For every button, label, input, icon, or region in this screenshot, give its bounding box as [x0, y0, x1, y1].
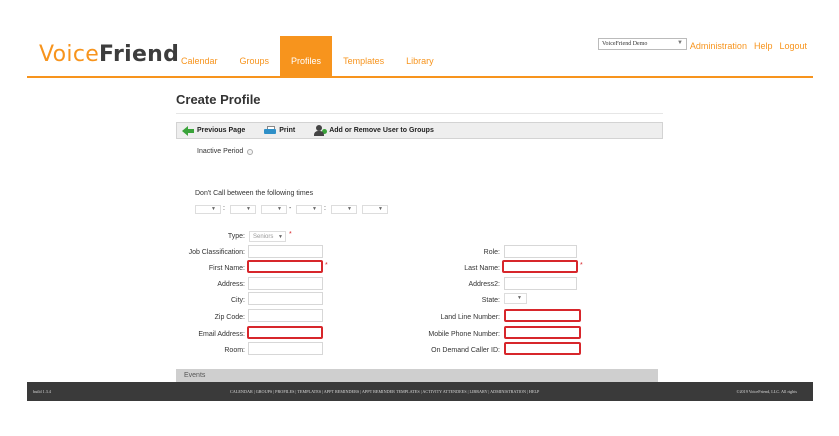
- zip-code-label: Zip Code:: [214, 314, 245, 321]
- city-label: City:: [231, 297, 245, 304]
- add-remove-groups-label: Add or Remove User to Groups: [329, 127, 434, 134]
- state-select[interactable]: ▼: [504, 293, 527, 304]
- chevron-down-icon: ▼: [347, 206, 352, 212]
- tab-groups[interactable]: Groups: [229, 36, 281, 78]
- top-links: Administration Help Logout: [690, 41, 807, 51]
- on-demand-caller-id-input[interactable]: [504, 342, 581, 355]
- time-colon: :: [324, 205, 326, 212]
- user-add-icon: [314, 125, 328, 136]
- main-nav: Calendar Groups Profiles Templates Libra…: [170, 36, 445, 78]
- type-label: Type:: [227, 233, 245, 240]
- copyright: ©2019 VoiceFriend, LLC. All rights: [736, 389, 797, 394]
- job-classification-input[interactable]: [248, 245, 323, 258]
- land-line-label: Land Line Number:: [440, 314, 500, 321]
- footer-links[interactable]: CALENDAR | GROUPS | PROFILES | TEMPLATES…: [230, 389, 539, 394]
- administration-link[interactable]: Administration: [690, 41, 747, 51]
- role-label: Role:: [483, 249, 500, 256]
- first-name-input[interactable]: [247, 260, 323, 273]
- tab-profiles[interactable]: Profiles: [280, 36, 333, 78]
- last-name-label: Last Name:: [464, 265, 500, 272]
- address-input[interactable]: [248, 277, 323, 290]
- tab-calendar[interactable]: Calendar: [170, 36, 229, 78]
- room-input[interactable]: [248, 342, 323, 355]
- logo-text-voice: Voice: [39, 42, 100, 67]
- tab-library[interactable]: Library: [395, 36, 445, 78]
- events-section-header[interactable]: Events: [176, 369, 658, 382]
- chevron-down-icon: ▼: [246, 206, 251, 212]
- previous-page-button[interactable]: Previous Page: [182, 125, 246, 136]
- page-title: Create Profile: [176, 92, 261, 107]
- start-ampm-select[interactable]: ▼: [261, 205, 287, 214]
- chevron-down-icon: ▼: [312, 206, 317, 212]
- inactive-period-label: Inactive Period: [197, 148, 244, 155]
- address2-input[interactable]: [504, 277, 577, 290]
- required-star: *: [289, 231, 292, 238]
- first-name-label: First Name:: [208, 265, 245, 272]
- tab-templates[interactable]: Templates: [332, 36, 395, 78]
- end-minute-select[interactable]: ▼: [331, 205, 357, 214]
- state-label: State:: [481, 297, 500, 304]
- chevron-down-icon: ▼: [211, 206, 216, 212]
- type-select[interactable]: Seniors ▼: [249, 231, 286, 242]
- logout-link[interactable]: Logout: [779, 41, 807, 51]
- time-colon: :: [223, 205, 225, 212]
- chevron-down-icon: ▼: [278, 234, 283, 240]
- chevron-down-icon: ▼: [378, 206, 383, 212]
- mobile-phone-label: Mobile Phone Number:: [428, 331, 500, 338]
- room-label: Room:: [224, 347, 245, 354]
- toolbar: Previous Page Print Add or Remove User t…: [176, 122, 663, 139]
- mobile-phone-input[interactable]: [504, 326, 581, 339]
- app-header: VoiceFriend Calendar Groups Profiles Tem…: [27, 36, 813, 78]
- account-select[interactable]: VoiceFriend Demo ▼: [598, 38, 687, 50]
- last-name-input[interactable]: [502, 260, 578, 273]
- city-input[interactable]: [248, 292, 323, 305]
- logo-text-friend: Friend: [99, 42, 180, 67]
- chevron-down-icon: ▼: [677, 40, 683, 46]
- dont-call-label: Don't Call between the following times: [195, 190, 314, 197]
- footer: build 1.3.4 CALENDAR | GROUPS | PROFILES…: [27, 382, 813, 401]
- type-select-value: Seniors: [253, 234, 274, 240]
- title-divider: [176, 113, 663, 114]
- inactive-period-checkbox[interactable]: [247, 149, 253, 155]
- chevron-down-icon: ▼: [277, 206, 282, 212]
- time-dash: -: [289, 205, 292, 212]
- printer-icon: [264, 126, 277, 135]
- start-minute-select[interactable]: ▼: [230, 205, 256, 214]
- add-remove-groups-button[interactable]: Add or Remove User to Groups: [314, 125, 434, 136]
- account-select-value: VoiceFriend Demo: [602, 41, 648, 47]
- help-link[interactable]: Help: [754, 41, 773, 51]
- job-classification-label: Job Classification:: [188, 249, 245, 256]
- email-address-input[interactable]: [247, 326, 323, 339]
- start-hour-select[interactable]: ▼: [195, 205, 221, 214]
- build-version: build 1.3.4: [33, 389, 52, 394]
- required-star: *: [580, 262, 583, 269]
- print-button[interactable]: Print: [264, 126, 295, 135]
- print-label: Print: [279, 127, 296, 134]
- address-label: Address:: [217, 281, 245, 288]
- back-arrow-icon: [182, 125, 194, 136]
- email-address-label: Email Address:: [198, 331, 245, 338]
- required-star: *: [325, 262, 328, 269]
- chevron-down-icon: ▼: [517, 295, 522, 301]
- on-demand-caller-id-label: On Demand Caller ID:: [431, 347, 500, 354]
- voicefriend-logo[interactable]: VoiceFriend: [39, 42, 179, 67]
- zip-code-input[interactable]: [248, 309, 323, 322]
- address2-label: Address2:: [468, 281, 500, 288]
- role-input[interactable]: [504, 245, 577, 258]
- end-hour-select[interactable]: ▼: [296, 205, 322, 214]
- land-line-input[interactable]: [504, 309, 581, 322]
- end-ampm-select[interactable]: ▼: [362, 205, 388, 214]
- previous-page-label: Previous Page: [197, 127, 246, 134]
